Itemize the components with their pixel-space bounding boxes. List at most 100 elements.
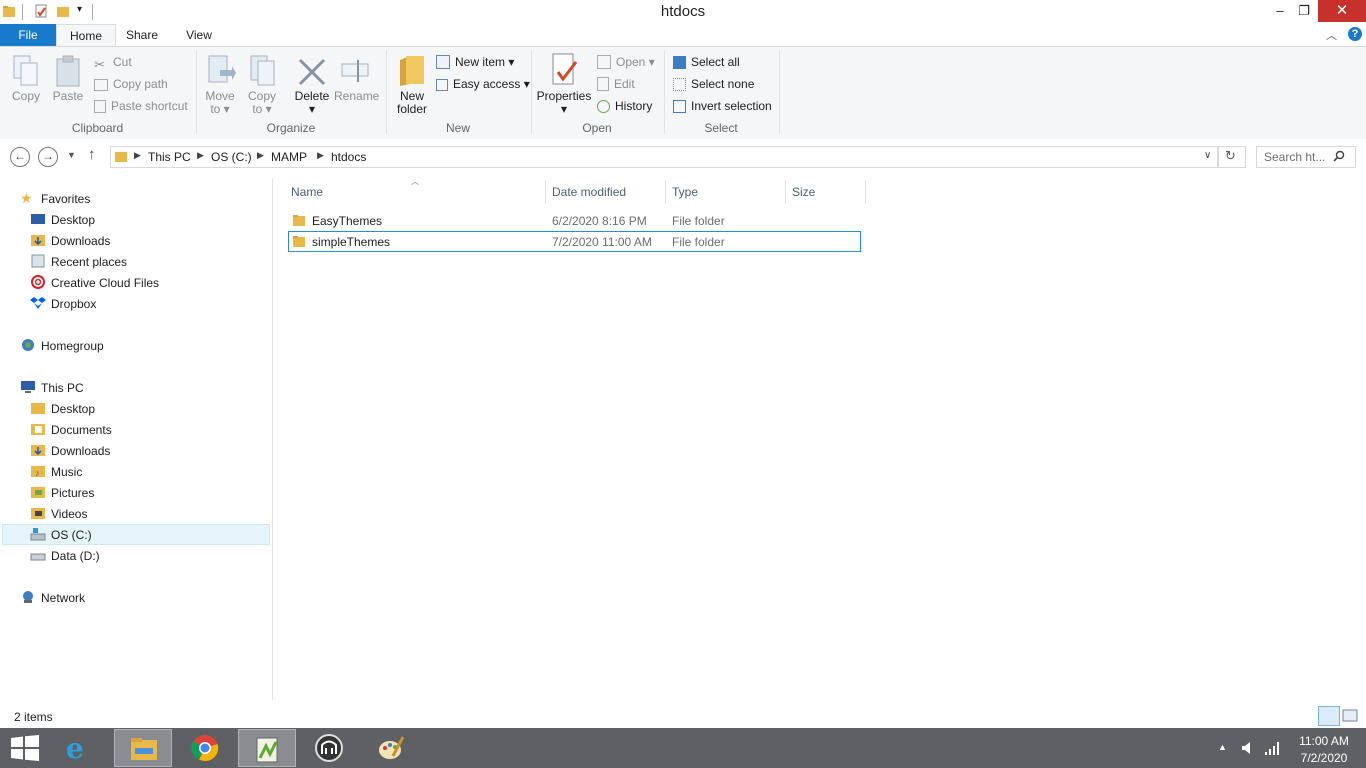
new-folder-button[interactable]: New folder [392,90,432,116]
delete-button[interactable]: Delete ▾ [290,90,334,116]
file-name: EasyThemes [312,214,383,228]
address-dropdown-icon[interactable]: ∨ [1204,150,1211,161]
paste-button[interactable]: Paste [48,90,88,103]
taskbar-mamp[interactable] [300,729,358,767]
windows-start-icon[interactable] [11,735,39,761]
network-signal-icon[interactable] [1264,740,1280,756]
folder-icon [293,236,305,247]
back-button[interactable]: ← [10,147,30,167]
paint-palette-icon [379,736,405,759]
nav-favorites[interactable]: Favorites [41,192,90,206]
nav-fav-creative-cloud[interactable]: Creative Cloud Files [51,276,159,290]
nav-pc-pictures[interactable]: Pictures [51,486,94,500]
breadcrumb-htdocs[interactable]: htdocs [331,150,366,164]
nav-pc-os-c[interactable]: OS (C:) [51,528,92,542]
nav-network[interactable]: Network [41,591,85,605]
history-button[interactable]: History [597,97,652,115]
tab-file[interactable]: File [0,24,56,47]
copy-path-button[interactable]: Copy path [94,75,168,93]
taskbar-clock-date[interactable]: 7/2/2020 [1290,751,1358,765]
nav-homegroup[interactable]: Homegroup [41,339,104,353]
nav-pc-music[interactable]: Music [51,465,82,479]
search-icon[interactable] [1333,150,1345,162]
breadcrumb-os-c[interactable]: OS (C:) [211,150,252,164]
file-explorer-icon [131,738,157,760]
show-hidden-icons-icon[interactable]: ▲ [1218,742,1227,752]
help-icon[interactable]: ? [1348,27,1362,41]
window-title: htdocs [660,3,706,20]
taskbar-chrome[interactable] [176,729,234,767]
column-header-type[interactable]: Type [672,185,698,199]
divider [865,180,866,204]
new-item-button[interactable]: New item ▾ [436,53,514,71]
breadcrumb-chevron-icon[interactable]: ▶ [257,150,264,161]
edit-button[interactable]: Edit [597,75,635,93]
column-header-size[interactable]: Size [792,185,815,199]
copy-button[interactable]: Copy [6,90,46,103]
large-icons-view-icon[interactable] [1342,708,1358,724]
drive-icon [30,553,46,561]
videos-icon [31,508,45,519]
nav-this-pc[interactable]: This PC [41,381,84,395]
nav-fav-dropbox[interactable]: Dropbox [51,297,96,311]
clipboard-group-label: Clipboard [71,121,124,135]
nav-pc-downloads[interactable]: Downloads [51,444,110,458]
cut-button[interactable]: ✂ Cut [94,53,132,72]
tab-view[interactable]: View [178,24,220,47]
tab-share[interactable]: Share [120,24,164,47]
volume-icon[interactable] [1241,740,1255,756]
breadcrumb-this-pc[interactable]: This PC [148,150,191,164]
minimize-ribbon-icon[interactable]: ︿ [1326,27,1337,43]
table-row[interactable]: simpleThemes 7/2/2020 11:00 AM File fold… [288,231,861,252]
nav-pc-videos[interactable]: Videos [51,507,87,521]
file-type: File folder [672,235,725,249]
new-item-icon [436,55,450,69]
easy-access-button[interactable]: Easy access ▾ [436,75,530,93]
up-button[interactable]: ↑ [88,146,96,163]
notepad-plus-icon [256,737,278,763]
column-header-date-modified[interactable]: Date modified [552,185,626,199]
invert-selection-button[interactable]: Invert selection [673,97,772,115]
taskbar-clock-time[interactable]: 11:00 AM [1290,734,1358,748]
recent-locations-icon[interactable]: ▼ [67,150,76,160]
nav-fav-downloads[interactable]: Downloads [51,234,110,248]
nav-pc-desktop[interactable]: Desktop [51,402,95,416]
breadcrumb-chevron-icon[interactable]: ▶ [197,150,204,161]
nav-fav-desktop[interactable]: Desktop [51,213,95,227]
homegroup-icon [22,339,34,351]
close-button[interactable]: ✕ [1318,0,1366,22]
breadcrumb-chevron-icon[interactable]: ▶ [134,150,141,161]
nav-fav-recent-places[interactable]: Recent places [51,255,127,269]
nav-pc-documents[interactable]: Documents [51,423,112,437]
copy-to-icon [250,55,275,86]
nav-pc-data-d[interactable]: Data (D:) [51,549,100,563]
taskbar-notepad-plus[interactable] [238,729,296,767]
copy-to-button[interactable]: Copy to ▾ [242,90,282,116]
recent-places-icon [31,254,45,268]
breadcrumb-chevron-icon[interactable]: ▶ [317,150,324,161]
divider [785,180,786,204]
select-none-button[interactable]: Select none [673,75,754,93]
tab-home[interactable]: Home [56,24,116,47]
desktop-icon [31,214,45,224]
table-row[interactable]: EasyThemes 6/2/2020 8:16 PM File folder [288,210,861,231]
file-name: simpleThemes [312,235,391,249]
rename-button[interactable]: Rename [334,90,379,103]
select-all-button[interactable]: Select all [673,53,740,71]
details-view-icon[interactable] [1318,706,1340,726]
properties-button[interactable]: Properties ▾ [536,90,592,116]
open-button[interactable]: Open ▾ [597,53,655,71]
maximize-button[interactable]: ❐ [1290,0,1318,22]
select-all-icon [673,56,686,69]
column-header-name[interactable]: Name [291,185,323,199]
status-item-count: 2 items [14,710,53,724]
taskbar-internet-explorer[interactable]: e [52,729,110,767]
forward-button[interactable]: → [38,147,58,167]
taskbar-paint[interactable] [362,729,420,767]
dropbox-icon [30,297,46,309]
breadcrumb-mamp[interactable]: MAMP [271,150,307,164]
move-to-button[interactable]: Move to ▾ [200,90,240,116]
mamp-elephant-icon [315,734,343,762]
paste-shortcut-button[interactable]: Paste shortcut [94,97,188,115]
taskbar-file-explorer[interactable] [114,729,172,767]
